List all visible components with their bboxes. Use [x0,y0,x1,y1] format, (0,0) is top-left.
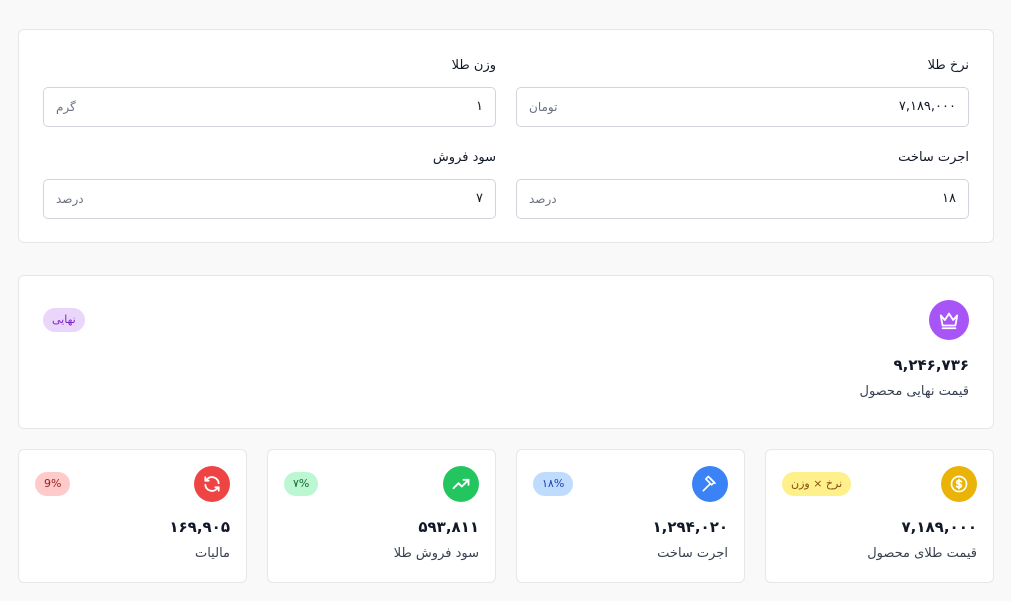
calculator-form-card: نرخ طلا ۷,۱۸۹,۰۰۰ تومان وزن طلا ۱ گرم اج… [18,29,994,243]
stat-card-making-fee: ۱۸% ۱,۲۹۴,۰۲۰ اجرت ساخت [516,449,745,583]
sale-profit-label: سود فروش [432,150,496,165]
making-fee-label: اجرت ساخت [898,150,969,165]
stat-badge: 9% [35,472,71,496]
refresh-icon [194,466,230,502]
stat-caption: سود فروش طلا [393,546,479,561]
stat-card-tax: 9% ۱۶۹,۹۰۵ مالیات [18,449,247,583]
stat-caption: اجرت ساخت [657,546,728,561]
coin-icon [941,466,977,502]
stat-value: ۷,۱۸۹,۰۰۰ [901,518,977,536]
gold-rate-unit: تومان [529,100,558,114]
final-price-value: ۹,۲۴۶,۷۳۶ [893,356,969,374]
making-fee-unit: درصد [529,192,557,206]
stat-badge: ۱۸% [533,472,574,496]
stat-card-sale-profit: ۷% ۵۹۳,۸۱۱ سود فروش طلا [267,449,496,583]
final-price-caption: قیمت نهایی محصول [859,384,970,399]
stat-card-gold-price: نرخ × وزن ۷,۱۸۹,۰۰۰ قیمت طلای محصول [765,449,994,583]
trending-up-icon [443,466,479,502]
stat-value: ۱۶۹,۹۰۵ [169,518,230,536]
gold-rate-value: ۷,۱۸۹,۰۰۰ [898,99,956,114]
stat-caption: مالیات [194,546,230,561]
gold-weight-label: وزن طلا [451,58,496,73]
sale-profit-input[interactable]: ۷ درصد [43,179,496,219]
hammer-icon [692,466,728,502]
stat-value: ۱,۲۹۴,۰۲۰ [652,518,728,536]
gold-rate-label: نرخ طلا [927,58,969,73]
gold-weight-input[interactable]: ۱ گرم [43,87,496,127]
sale-profit-value: ۷ [476,191,483,206]
making-fee-input[interactable]: ۱۸ درصد [516,179,969,219]
final-badge: نهایی [43,308,85,332]
stat-badge: نرخ × وزن [782,472,852,496]
making-fee-value: ۱۸ [942,191,956,206]
final-price-card: نهایی ۹,۲۴۶,۷۳۶ قیمت نهایی محصول [18,275,994,429]
gold-weight-unit: گرم [56,100,76,114]
gold-rate-input[interactable]: ۷,۱۸۹,۰۰۰ تومان [516,87,969,127]
crown-icon [929,300,969,340]
stat-badge: ۷% [284,472,319,496]
sale-profit-unit: درصد [56,192,84,206]
stat-caption: قیمت طلای محصول [867,546,977,561]
gold-weight-value: ۱ [476,99,483,114]
stat-value: ۵۹۳,۸۱۱ [418,518,479,536]
